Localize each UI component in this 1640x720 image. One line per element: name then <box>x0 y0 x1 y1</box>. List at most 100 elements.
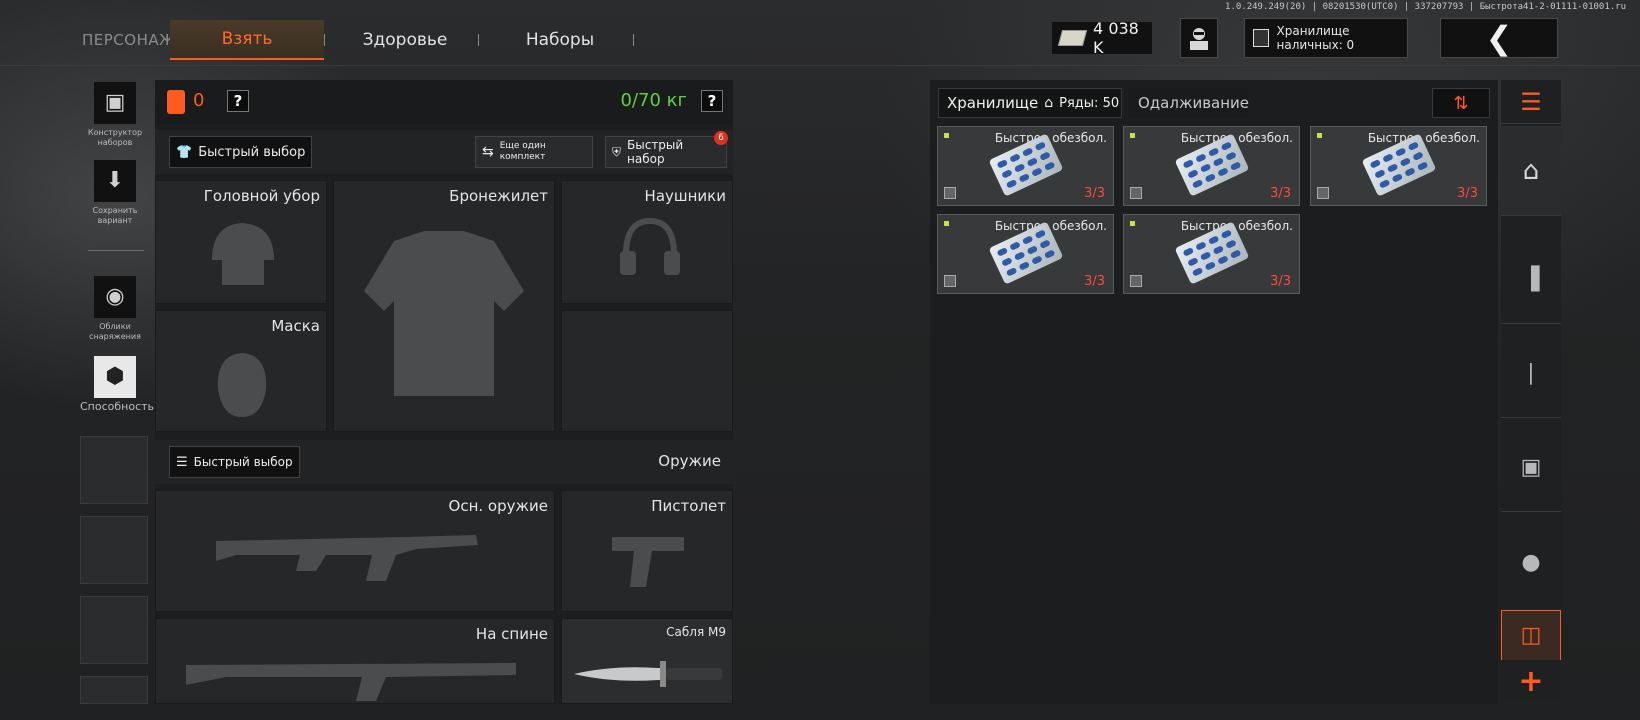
storage-item-card[interactable]: Быстрое обезбол. 3/3 <box>937 214 1114 294</box>
item-count: 3/3 <box>1457 186 1478 201</box>
add-category-button[interactable]: + <box>1501 660 1561 702</box>
help-icon[interactable]: ? <box>227 90 249 112</box>
slot-primary-weapon[interactable]: Осн. оружие <box>155 490 555 612</box>
storage-cash-label: Хранилище наличных: 0 <box>1276 24 1355 52</box>
shirt-icon: 👕 <box>176 144 193 160</box>
quick-set-button[interactable]: ⛨ Быстрый набор 6 <box>605 131 728 168</box>
backpack-icon <box>167 90 185 114</box>
download-icon: ⬇ <box>94 160 136 202</box>
ability-slot[interactable] <box>80 516 148 584</box>
slot-vest[interactable]: Бронежилет <box>333 180 555 432</box>
rail-storage-category[interactable]: ⌂ <box>1501 126 1561 216</box>
slot-label: Маска <box>271 317 320 335</box>
nav-separator <box>324 34 325 46</box>
slot-empty-gear[interactable] <box>561 310 733 432</box>
slot-label: Пистолет <box>651 497 726 515</box>
money-value: 4 038 K <box>1093 19 1139 57</box>
quick-set-label: Быстрый набор <box>627 138 684 166</box>
ammo-icon: ∣ <box>1525 361 1537 386</box>
tab-storage[interactable]: Хранилище ⌂ Ряды: 50 <box>938 88 1122 118</box>
rail-magazine-category[interactable]: ▐ <box>1501 236 1561 324</box>
armor-value: 0 <box>193 90 205 111</box>
slot-pistol[interactable]: Пистолет <box>561 490 733 612</box>
home-icon: ⌂ <box>1044 95 1054 111</box>
layers-refresh-icon: ☰ <box>1520 87 1542 116</box>
tab-lending[interactable]: Одалживание <box>1128 88 1249 118</box>
sidebar-item-ability[interactable]: ⬢ Способность <box>80 356 154 412</box>
sort-icon: ⇅ <box>1453 92 1469 114</box>
back-button[interactable]: ❮ <box>1440 18 1558 58</box>
storage-box-icon <box>1317 187 1329 199</box>
rail-all-category[interactable]: ☰ <box>1501 80 1561 124</box>
chevron-left-icon: ❮ <box>1485 19 1513 57</box>
vest-icon: ▣ <box>94 82 136 124</box>
operator-profile-button[interactable] <box>1180 18 1218 58</box>
storage-box-icon <box>1130 187 1142 199</box>
magazine-icon: ▐ <box>1522 267 1540 292</box>
nav-section-label: ПЕРСОНАЖ <box>82 31 176 49</box>
helmet-silhouette-icon <box>212 223 274 285</box>
home-icon: ⌂ <box>1522 155 1540 186</box>
new-item-marker <box>1317 133 1322 138</box>
new-item-marker <box>944 133 949 138</box>
rail-medical-category[interactable]: ◫ <box>1501 610 1561 660</box>
ability-slot[interactable] <box>80 676 148 704</box>
storage-tab-label: Хранилище <box>947 94 1039 112</box>
quick-select-button[interactable]: 👕 Быстрый выбор <box>169 136 313 168</box>
another-set-button[interactable]: ⇆ Еще один комплект <box>475 136 593 168</box>
shield-icon: ⛨ <box>612 144 622 159</box>
nav-separator <box>633 34 634 46</box>
sidebar-item-save-variant[interactable]: ⬇ Сохранить вариант <box>80 160 150 226</box>
loadout-status-bar: 0 ? 0/70 кг ? <box>155 80 733 124</box>
money-display: 4 038 K <box>1052 19 1152 57</box>
new-item-marker <box>1130 221 1135 226</box>
new-item-marker <box>1130 133 1135 138</box>
rifle-silhouette-icon <box>186 663 516 701</box>
help-icon[interactable]: ? <box>701 90 723 112</box>
sort-button[interactable]: ⇅ <box>1432 88 1490 118</box>
slot-back-weapon[interactable]: На спине <box>155 618 555 704</box>
item-count: 3/3 <box>1270 186 1291 201</box>
quick-select-row: 👕 Быстрый выбор ⇆ Еще один комплект ⛨ Бы… <box>155 130 733 174</box>
bayonet-icon <box>574 661 722 687</box>
quick-set-badge: 6 <box>714 131 728 145</box>
rail-grenade-category[interactable]: ● <box>1501 518 1561 606</box>
weapons-title: Оружие <box>658 452 721 470</box>
ability-slot[interactable] <box>80 596 148 664</box>
weapons-quick-select-button[interactable]: ☰ Быстрый выбор <box>169 446 300 478</box>
weapons-quick-select-label: Быстрый выбор <box>193 455 293 469</box>
rail-scope-category[interactable]: ▣ <box>1501 424 1561 512</box>
slot-label: Бронежилет <box>449 187 548 205</box>
slot-headwear[interactable]: Головной убор <box>155 180 327 304</box>
slot-headphones[interactable]: Наушники <box>561 180 733 304</box>
storage-cash-icon <box>1253 29 1269 47</box>
sidebar-item-gear-skins[interactable]: ◉ Облики снаряжения <box>80 276 150 342</box>
slot-melee[interactable]: Сабля М9 <box>561 618 733 704</box>
rail-ammo-category[interactable]: ∣ <box>1501 330 1561 418</box>
sidebar-item-label: Облики снаряжения <box>89 322 141 341</box>
storage-item-card[interactable]: Быстрое обезбол. 3/3 <box>1310 126 1487 206</box>
slot-label: Сабля М9 <box>666 625 726 639</box>
plus-icon: + <box>1518 663 1544 699</box>
storage-cash-button[interactable]: Хранилище наличных: 0 <box>1244 18 1408 58</box>
slot-label: Осн. оружие <box>448 497 548 515</box>
tab-take[interactable]: Взять <box>170 20 324 60</box>
tab-sets[interactable]: Наборы <box>495 20 625 60</box>
ability-slot[interactable] <box>80 436 148 504</box>
sidebar-divider <box>88 250 144 251</box>
top-bar: ПЕРСОНАЖ Взять Здоровье Наборы 4 038 K Х… <box>0 0 1640 66</box>
weight-value: 0/70 кг <box>620 90 687 111</box>
nav-separator <box>478 34 479 46</box>
rifle-silhouette-icon <box>216 535 478 581</box>
weapons-header: ☰ Быстрый выбор Оружие <box>155 440 733 484</box>
helmet-icon: ◉ <box>94 276 136 318</box>
storage-item-card[interactable]: Быстрое обезбол. 3/3 <box>937 126 1114 206</box>
swap-icon: ⇆ <box>482 143 494 160</box>
storage-item-card[interactable]: Быстрое обезбол. 3/3 <box>1123 126 1300 206</box>
storage-item-card[interactable]: Быстрое обезбол. 3/3 <box>1123 214 1300 294</box>
tab-health[interactable]: Здоровье <box>340 20 470 60</box>
scope-icon: ▣ <box>1520 455 1542 480</box>
sidebar-item-kit-constructor[interactable]: ▣ Конструктор наборов <box>80 82 150 148</box>
slot-mask[interactable]: Маска <box>155 310 327 432</box>
cash-icon <box>1057 30 1088 46</box>
